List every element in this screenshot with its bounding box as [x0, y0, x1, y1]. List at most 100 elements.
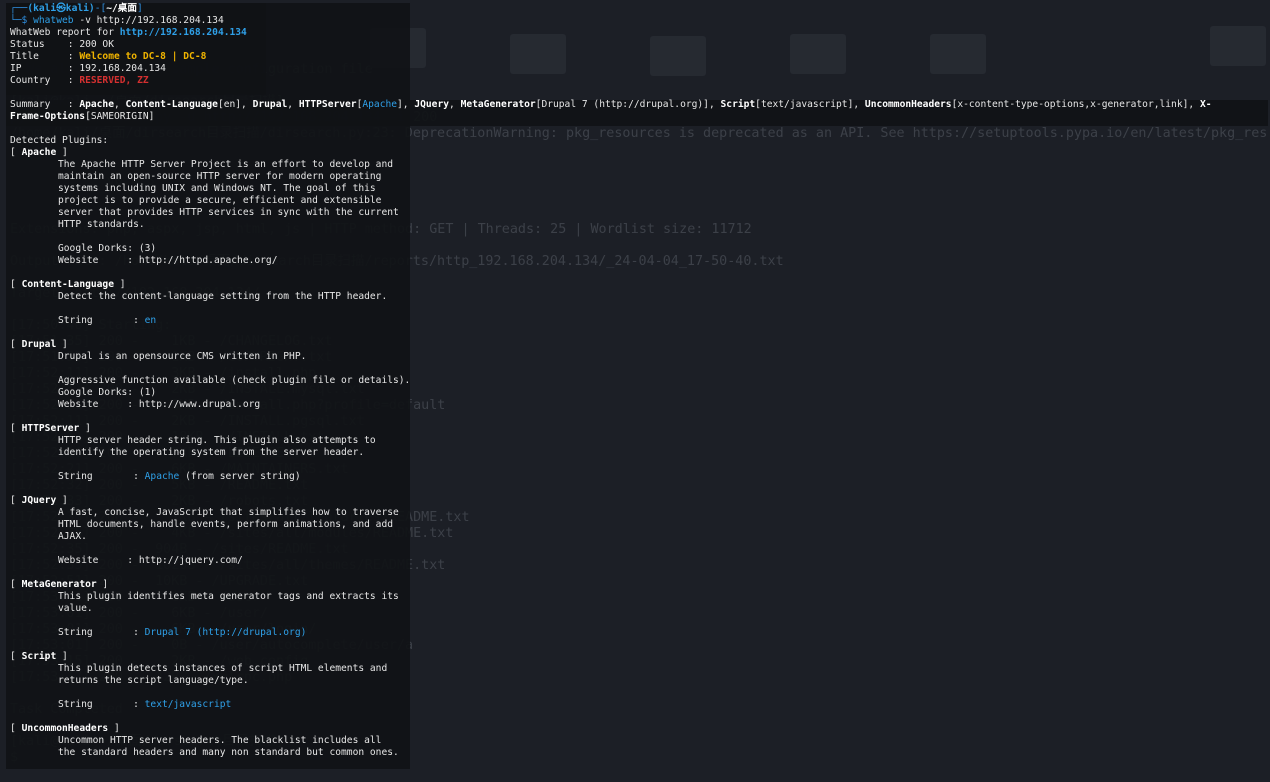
- plugin-detail-line: A fast, concise, JavaScript that simplif…: [58, 507, 399, 518]
- ip-row: IP : 192.168.204.134: [10, 63, 166, 75]
- plugin-value: Drupal 7 (http://drupal.org): [144, 627, 307, 638]
- plugin-detail-line: String : Apache (from server string): [58, 471, 301, 483]
- summary-row-2: Frame-Options[SAMEORIGIN]: [10, 111, 154, 123]
- plugin-heading: [ HTTPServer ]: [10, 423, 91, 435]
- plugin-heading: [ Script ]: [10, 651, 68, 663]
- plugin-detail-line: Website : http://jquery.com/: [58, 555, 243, 566]
- country-label: Country :: [10, 75, 80, 86]
- plugin-heading: [ JQuery ]: [10, 495, 68, 507]
- summary-part: Apache: [79, 99, 114, 110]
- plugin-detail-line: maintain an open-source HTTP server for …: [58, 171, 382, 182]
- bracket: [: [10, 147, 22, 158]
- status-row: Status : 200 OK: [10, 39, 114, 51]
- bracket: [: [10, 339, 22, 350]
- plugin-detail-line: value.: [58, 603, 93, 614]
- summary-part: [en],: [217, 99, 253, 110]
- plugin-detail-line: server that provides HTTP services in sy…: [58, 207, 399, 218]
- bracket: [: [10, 723, 22, 734]
- plugin-name: Drupal: [21, 339, 57, 350]
- plugin-heading: [ MetaGenerator ]: [10, 579, 108, 591]
- plugin-detail-line: the standard headers and many non standa…: [58, 747, 399, 758]
- plugin-text: (from server string): [179, 471, 301, 482]
- summary-part: ,: [287, 99, 299, 110]
- plugin-text: String :: [58, 471, 145, 482]
- plugin-heading: [ Content-Language ]: [10, 279, 126, 291]
- plugin-text: String :: [58, 627, 145, 638]
- bracket: ]: [56, 651, 68, 662]
- summary-values-cont: Frame-Options[SAMEORIGIN]: [10, 111, 154, 122]
- prompt-cwd: ~/桌面: [106, 3, 137, 14]
- summary-part: Frame-Options: [10, 111, 86, 122]
- summary-part: HTTPServer: [298, 99, 357, 110]
- status-value: 200 OK: [79, 39, 114, 50]
- plugin-detail-line: project is to provide a secure, efficien…: [58, 195, 382, 206]
- plugin-detail-line: This plugin detects instances of script …: [58, 663, 388, 674]
- summary-part: [SAMEORIGIN]: [85, 111, 155, 122]
- plugin-value: text/javascript: [144, 699, 232, 710]
- summary-part: X-: [1199, 99, 1212, 110]
- bracket: [: [10, 423, 22, 434]
- bracket: [: [10, 579, 22, 590]
- plugin-detail-line: identify the operating system from the s…: [58, 447, 365, 458]
- bracket: ]: [56, 339, 68, 350]
- plugin-detail-line: returns the script language/type.: [58, 675, 249, 686]
- summary-part: ,: [113, 99, 126, 110]
- summary-part: [Drupal 7 (http://drupal.org)],: [535, 99, 721, 110]
- summary-part: Content-Language: [125, 99, 218, 110]
- summary-part: JQuery: [414, 99, 450, 110]
- plugin-detail-line: This plugin identifies meta generator ta…: [58, 591, 399, 602]
- summary-label: Summary :: [10, 99, 80, 110]
- plugin-detail-line: Website : http://httpd.apache.org/: [58, 255, 278, 266]
- summary-part: ],: [397, 99, 415, 110]
- summary-part: ,: [449, 99, 461, 110]
- plugin-detail-line: HTTP standards.: [58, 219, 145, 230]
- summary-part: Script: [720, 99, 756, 110]
- bracket: ]: [79, 423, 91, 434]
- plugin-detail-line: Drupal is an opensource CMS written in P…: [58, 351, 307, 362]
- bracket: ]: [56, 147, 68, 158]
- plugin-name: UncommonHeaders: [21, 723, 109, 734]
- plugin-detail-line: AJAX.: [58, 531, 87, 542]
- plugin-detail-line: Aggressive function available (check plu…: [58, 375, 411, 386]
- plugin-text: String :: [58, 315, 145, 326]
- prompt-user-host: (kali㉿kali): [27, 3, 95, 14]
- title-label: Title :: [10, 51, 80, 62]
- summary-part: MetaGenerator: [460, 99, 536, 110]
- plugin-text: String :: [58, 699, 145, 710]
- terminal-window[interactable]: ┌──(kali㉿kali)-[~/桌面] └─$ whatweb -v htt…: [6, 3, 1268, 769]
- plugin-detail-line: String : en: [58, 315, 156, 327]
- plugin-detail-line: The Apache HTTP Server Project is an eff…: [58, 159, 394, 170]
- prompt-line-2: └─$ whatweb -v http://192.168.204.134: [10, 15, 224, 26]
- plugin-detail-line: Uncommon HTTP server headers. The blackl…: [58, 735, 382, 746]
- report-header: WhatWeb report for http://192.168.204.13…: [10, 27, 247, 39]
- summary-part: [x-content-type-options,x-generator,link…: [951, 99, 1200, 110]
- bracket: ]: [56, 495, 68, 506]
- summary-part: Apache: [362, 99, 398, 110]
- status-label: Status :: [10, 39, 80, 50]
- plugin-name: Content-Language: [21, 279, 114, 290]
- plugin-detail-line: HTML documents, handle events, perform a…: [58, 519, 394, 530]
- summary-row-1: Summary : Apache, Content-Language[en], …: [10, 99, 1212, 111]
- plugin-name: HTTPServer: [21, 423, 80, 434]
- plugin-heading: [ Drupal ]: [10, 339, 68, 351]
- detected-plugins-heading: Detected Plugins:: [10, 135, 109, 146]
- country-row: Country : RESERVED, ZZ: [10, 75, 149, 87]
- command-args: -v http://192.168.204.134: [79, 15, 224, 26]
- title-row: Title : Welcome to DC-8 | DC-8: [10, 51, 206, 63]
- plugin-name: MetaGenerator: [21, 579, 97, 590]
- plugin-detail-line: String : Drupal 7 (http://drupal.org): [58, 627, 306, 639]
- plugin-value: Apache: [144, 471, 180, 482]
- country-value: RESERVED, ZZ: [79, 75, 149, 86]
- summary-part: [text/javascript],: [755, 99, 865, 110]
- summary-part: Drupal: [252, 99, 288, 110]
- report-url[interactable]: http://192.168.204.134: [120, 27, 247, 38]
- plugin-name: Apache: [21, 147, 57, 158]
- plugin-heading: [ Apache ]: [10, 147, 68, 159]
- plugin-name: JQuery: [21, 495, 57, 506]
- plugin-name: Script: [21, 651, 57, 662]
- title-value: Welcome to DC-8 | DC-8: [79, 51, 207, 62]
- plugin-detail-line: Google Dorks: (3): [58, 243, 157, 254]
- prompt-line-1: ┌──(kali㉿kali)-[~/桌面]: [10, 3, 143, 14]
- ip-value: 192.168.204.134: [79, 63, 166, 74]
- plugin-heading: [ UncommonHeaders ]: [10, 723, 120, 735]
